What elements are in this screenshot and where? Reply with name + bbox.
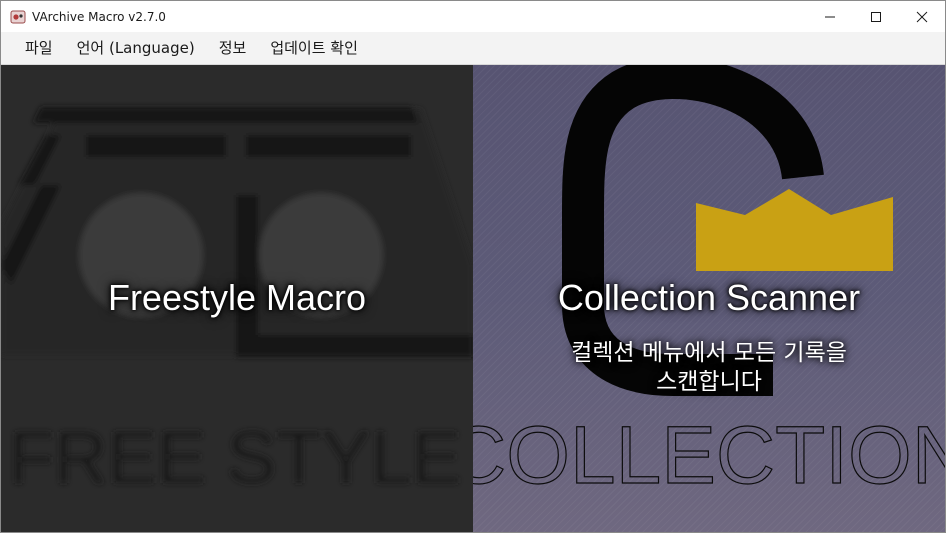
menu-bar: 파일 언어 (Language) 정보 업데이트 확인 (1, 32, 945, 65)
mode-panels: FREE STYLE Freestyle Macro COLLECTION Co… (1, 65, 945, 532)
menu-language[interactable]: 언어 (Language) (65, 32, 207, 64)
collection-watermark: COLLECTION (473, 410, 945, 501)
crown-icon (696, 189, 893, 271)
collection-scanner-panel[interactable]: COLLECTION Collection Scanner 컬렉션 메뉴에서 모… (473, 65, 945, 532)
collection-scanner-title: Collection Scanner (557, 277, 861, 318)
description-line-1: 컬렉션 메뉴에서 모든 기록을 (571, 340, 847, 366)
app-window: VArchive Macro v2.7.0 파일 언어 (Language) 정… (0, 0, 946, 533)
menu-update-check[interactable]: 업데이트 확인 (258, 32, 370, 64)
close-button[interactable] (899, 1, 945, 32)
app-icon (10, 9, 26, 25)
collection-scanner-description: 컬렉션 메뉴에서 모든 기록을 스캔합니다 (473, 339, 945, 397)
minimize-button[interactable] (807, 1, 853, 32)
freestyle-macro-panel[interactable]: FREE STYLE Freestyle Macro (1, 65, 473, 532)
maximize-icon (871, 11, 881, 22)
freestyle-watermark: FREE STYLE (9, 416, 461, 499)
window-controls (807, 1, 945, 32)
description-line-2: 스캔합니다 (656, 369, 762, 395)
title-bar[interactable]: VArchive Macro v2.7.0 (1, 1, 945, 32)
freestyle-macro-title: Freestyle Macro (107, 277, 367, 318)
minimize-icon (825, 16, 835, 17)
close-icon (916, 11, 928, 22)
menu-file[interactable]: 파일 (13, 32, 65, 64)
menu-info[interactable]: 정보 (207, 32, 259, 64)
window-title: VArchive Macro v2.7.0 (32, 9, 166, 24)
maximize-button[interactable] (853, 1, 899, 32)
